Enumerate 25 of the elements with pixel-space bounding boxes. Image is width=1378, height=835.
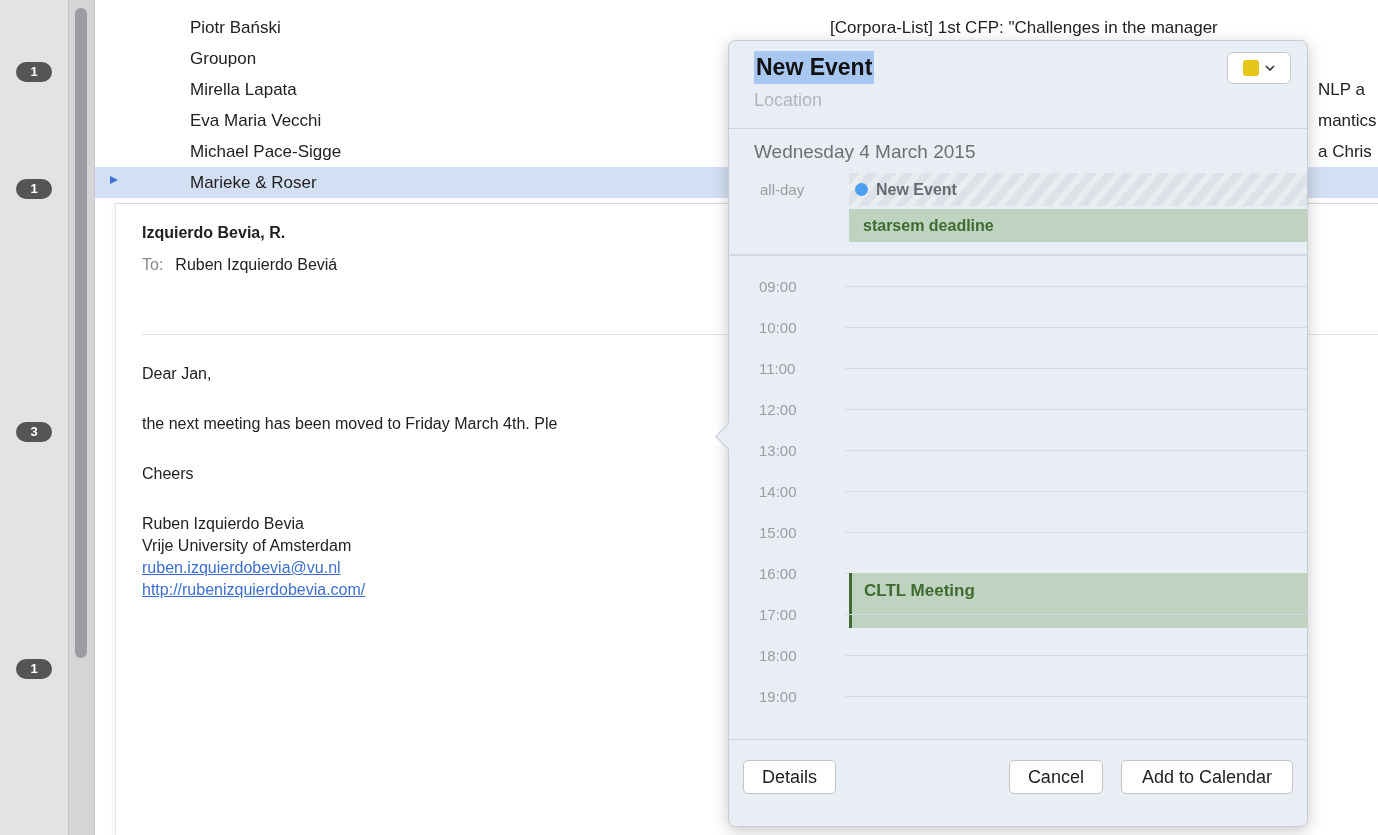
hour-label: 19:00: [758, 688, 798, 705]
all-day-label: all-day: [759, 180, 806, 200]
count-badge: 3: [16, 422, 52, 442]
count-badge: 1: [16, 179, 52, 199]
event-date: Wednesday 4 March 2015: [754, 141, 977, 163]
body-text: the next meeting has been moved to Friday March 4th. Ple: [142, 415, 558, 432]
hour-label: 18:00: [758, 647, 798, 664]
hour-label: 14:00: [758, 483, 798, 500]
sender-name: Izquierdo Bevia, R.: [142, 224, 286, 242]
hour-label: 11:00: [758, 360, 797, 377]
hour-label: 15:00: [758, 524, 798, 541]
hour-label: 16:00: [758, 565, 798, 582]
to-label: To:: [142, 256, 164, 274]
hour-label: 12:00: [758, 401, 798, 418]
body-text: Ruben Izquierdo Bevia: [142, 515, 304, 532]
body-text: Vrije University of Amsterdam: [142, 537, 352, 554]
body-text: Dear Jan,: [142, 365, 212, 382]
count-badge: 1: [16, 659, 52, 679]
hour-label: 10:00: [758, 319, 798, 336]
hour-label: 09:00: [758, 278, 798, 295]
body-text: Cheers: [142, 465, 194, 482]
count-badge: 1: [16, 62, 52, 82]
hour-label: 17:00: [758, 606, 798, 623]
hour-label: 13:00: [758, 442, 798, 459]
recipient-name: Ruben Izquierdo Beviá: [175, 256, 338, 274]
